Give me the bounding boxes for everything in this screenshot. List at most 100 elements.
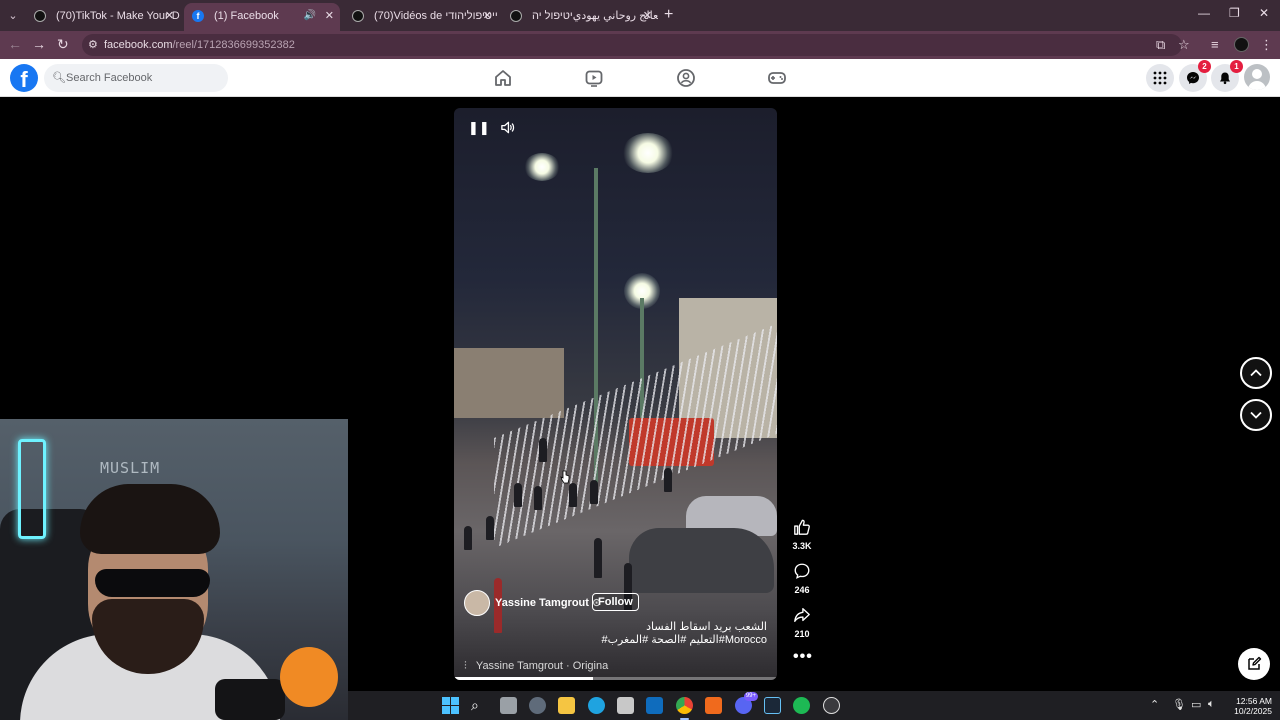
- tab-tiktok[interactable]: (70)TikTok - Make Your Day ✕: [26, 4, 180, 28]
- reel-hashtags[interactable]: Morocco#التعليم #الصحة #المغرب#: [601, 633, 767, 646]
- previous-reel-button[interactable]: [1240, 357, 1272, 389]
- site-info-icon[interactable]: ⚙: [88, 34, 98, 56]
- video-progress-bar[interactable]: [454, 677, 777, 680]
- install-app-icon[interactable]: ⧉: [1156, 37, 1165, 53]
- chevron-up-icon: [1250, 369, 1262, 377]
- avatar-head: [1252, 69, 1262, 79]
- comment-icon: [794, 563, 810, 579]
- neon-light: [18, 439, 46, 539]
- account-avatar[interactable]: [1244, 64, 1270, 90]
- share-icon: [794, 608, 810, 622]
- tab-title: (1) Facebook: [214, 10, 279, 22]
- hand-cursor-icon: [560, 470, 570, 484]
- tiktok-icon: [34, 10, 46, 22]
- speaker-icon[interactable]: 🔊: [304, 3, 316, 29]
- windows-taskbar: ⌕ 99+ ⌃ 🎙︎ ▭ 🔈︎: [348, 691, 1280, 720]
- tab-search-menu-icon[interactable]: ⌄: [4, 7, 22, 25]
- person: [486, 516, 494, 540]
- forward-icon[interactable]: →: [32, 36, 46, 52]
- street-lamp: [524, 153, 560, 181]
- follow-button[interactable]: Follow: [592, 593, 639, 611]
- audio-label: Yassine Tamgrout · Origina: [475, 660, 609, 672]
- reel-audio[interactable]: ⫶ Yassine Tamgrout · Origina: [464, 660, 608, 673]
- facebook-header: f 🔍︎ Search Facebook 2 1: [0, 59, 1280, 97]
- bell-icon: [1220, 72, 1230, 85]
- wall-sign: MUSLIM: [100, 459, 161, 477]
- volume-icon[interactable]: [500, 120, 515, 138]
- reload-icon[interactable]: ↻: [57, 36, 69, 53]
- outlook-icon[interactable]: [646, 697, 663, 714]
- browser-toolbar: ← → ↻ ⚙ facebook.com/reel/17128366993523…: [0, 31, 1280, 59]
- minimize-icon[interactable]: —: [1198, 6, 1210, 20]
- start-windows-icon[interactable]: [442, 697, 459, 714]
- microphone-icon[interactable]: 🎙︎: [1172, 698, 1186, 711]
- chrome-icon[interactable]: [676, 697, 693, 720]
- search-input[interactable]: 🔍︎ Search Facebook: [44, 64, 228, 92]
- back-icon[interactable]: ←: [8, 36, 22, 52]
- like-button[interactable]: 3.3K: [788, 518, 816, 551]
- steam-icon[interactable]: [764, 697, 781, 714]
- volume-tray-icon[interactable]: 🔈︎: [1208, 698, 1215, 711]
- close-window-icon[interactable]: ✕: [1259, 6, 1269, 20]
- chevron-down-icon: [1250, 411, 1262, 419]
- messenger-button[interactable]: 2: [1179, 60, 1211, 92]
- tab-tiktok-search[interactable]: ‏‏‏(70)معالج روحاني يهودي‏יטיפול ‏יה‏ ✕: [502, 4, 658, 28]
- reading-list-icon[interactable]: ≡: [1211, 37, 1219, 52]
- restore-icon[interactable]: ❐: [1229, 6, 1240, 20]
- person: [594, 538, 602, 578]
- menu-grid-button[interactable]: [1146, 64, 1174, 92]
- owner-name[interactable]: Yassine Tamgrout ⊙: [495, 596, 601, 609]
- tray-overflow-icon[interactable]: ⌃: [1150, 698, 1159, 711]
- tab-facebook[interactable]: f (1) Facebook 🔊 ✕: [184, 3, 340, 31]
- grid-icon: [1153, 71, 1167, 85]
- orange-plush-toy: [280, 647, 338, 707]
- groups-icon[interactable]: [676, 68, 696, 88]
- reel-video[interactable]: ❚❚ Yassine Tamgrout ⊙ Follow الشعب بريد …: [454, 108, 777, 680]
- gaming-icon[interactable]: [767, 68, 787, 88]
- person: [534, 486, 542, 510]
- pause-icon[interactable]: ❚❚: [468, 120, 490, 136]
- facebook-logo[interactable]: f: [10, 64, 38, 92]
- spotify-icon[interactable]: [793, 697, 810, 714]
- car: [629, 528, 774, 593]
- comment-count: 246: [794, 585, 810, 595]
- like-icon: [794, 519, 810, 535]
- tab-title: (70)Vidéos de ‏יהודי‏יטיפול‏יהודי: [374, 10, 498, 22]
- avatar-body: [1248, 81, 1266, 90]
- app-icon[interactable]: [705, 697, 722, 714]
- network-icon[interactable]: ▭: [1191, 698, 1201, 711]
- search-icon: 🔍︎: [52, 72, 66, 84]
- home-icon[interactable]: [493, 68, 513, 88]
- close-tab-icon[interactable]: ✕: [643, 4, 652, 28]
- sunglasses: [95, 569, 210, 597]
- browser-profile-avatar[interactable]: [1234, 37, 1249, 52]
- close-tab-icon[interactable]: ✕: [483, 4, 492, 28]
- tab-tiktok-videos[interactable]: (70)Vidéos de ‏יהודי‏יטיפול‏יהודי ✕: [344, 4, 498, 28]
- video-icon[interactable]: [584, 68, 604, 88]
- discord-icon[interactable]: 99+: [735, 692, 758, 714]
- edge-icon[interactable]: [588, 697, 605, 714]
- notifications-button[interactable]: 1: [1211, 60, 1243, 92]
- close-tab-icon[interactable]: ✕: [165, 4, 174, 28]
- comment-button[interactable]: 246: [788, 562, 816, 595]
- task-view-icon[interactable]: [500, 697, 517, 714]
- settings-icon[interactable]: [529, 697, 546, 714]
- more-options-icon[interactable]: •••: [793, 648, 813, 666]
- new-message-button[interactable]: [1238, 648, 1270, 680]
- taskbar-clock[interactable]: 12:56 AM 10/2/2025: [1228, 696, 1272, 716]
- owner-avatar[interactable]: [464, 590, 490, 616]
- new-tab-button[interactable]: +: [664, 6, 673, 24]
- close-tab-icon[interactable]: ✕: [325, 3, 334, 29]
- bookmark-star-icon[interactable]: ☆: [1178, 37, 1190, 53]
- share-button[interactable]: 210: [788, 606, 816, 639]
- file-explorer-icon[interactable]: [558, 697, 575, 714]
- audio-wave-icon: ⫶: [464, 660, 467, 672]
- store-icon[interactable]: [617, 697, 634, 714]
- chrome-menu-icon[interactable]: ⋮: [1260, 37, 1273, 53]
- address-bar[interactable]: ⚙ facebook.com/reel/1712836699352382: [82, 34, 1182, 56]
- microphone: [215, 679, 285, 720]
- search-icon[interactable]: ⌕: [471, 697, 488, 714]
- next-reel-button[interactable]: [1240, 399, 1272, 431]
- obs-icon[interactable]: [823, 697, 840, 714]
- url-path: /reel/1712836699352382: [172, 39, 295, 51]
